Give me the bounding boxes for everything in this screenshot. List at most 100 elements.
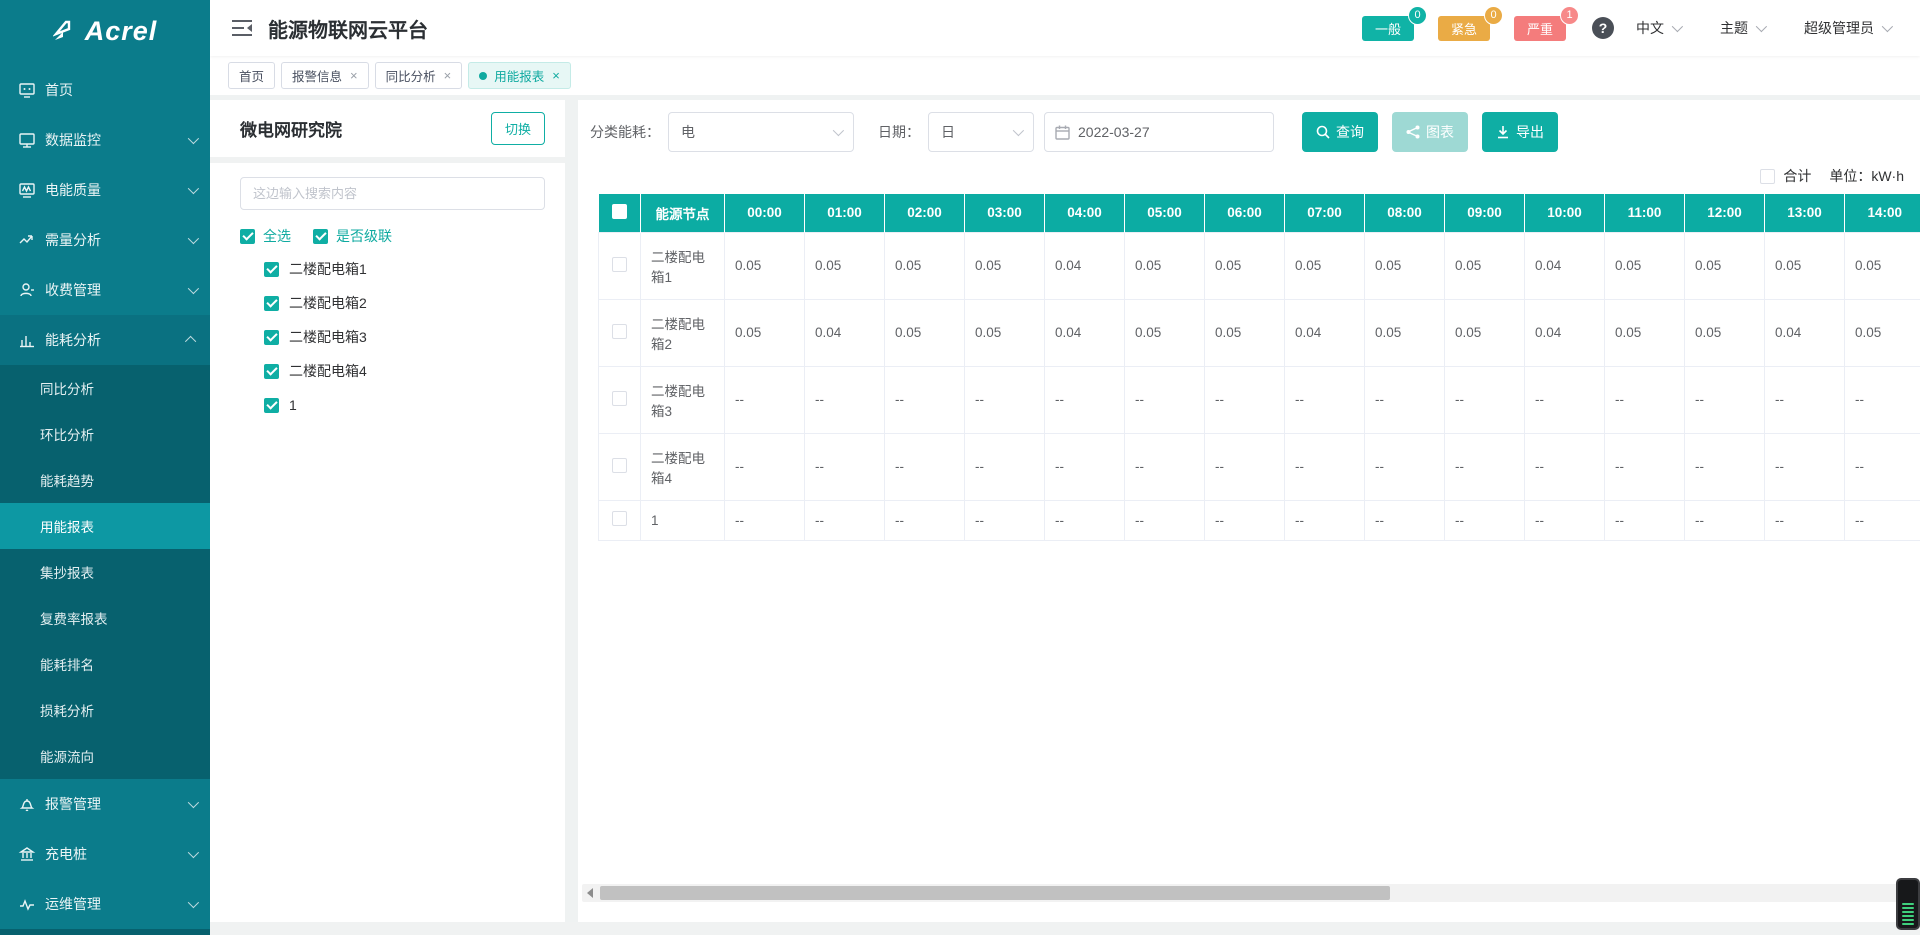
tab-首页[interactable]: 首页 — [228, 62, 275, 89]
sidebar-subitem-用能报表[interactable]: 用能报表 — [0, 503, 210, 549]
node-name-cell: 二楼配电箱4 — [641, 433, 725, 500]
tree-node-1[interactable]: 1 — [210, 388, 565, 422]
sidebar-subitem-环比分析[interactable]: 环比分析 — [0, 411, 210, 457]
collapse-menu-icon[interactable] — [230, 18, 254, 38]
tree-node-checkbox[interactable] — [264, 398, 279, 413]
select-all-label[interactable]: 全选 — [263, 226, 291, 246]
sidebar-item-数据监控[interactable]: 数据监控 — [0, 115, 210, 165]
row-checkbox[interactable] — [612, 391, 627, 406]
chart-button[interactable]: 图表 — [1392, 112, 1468, 152]
value-cell: 0.04 — [1285, 299, 1365, 366]
tab-报警信息[interactable]: 报警信息 × — [281, 62, 369, 89]
value-cell: -- — [1685, 366, 1765, 433]
total-label[interactable]: 合计 — [1783, 166, 1811, 186]
select-all-checkbox[interactable] — [240, 229, 255, 244]
table-row: 二楼配电箱4------------------------------ — [599, 433, 1920, 500]
category-select[interactable]: 电 — [668, 112, 854, 152]
value-cell: -- — [885, 366, 965, 433]
tab-label: 报警信息 — [292, 66, 342, 85]
export-button[interactable]: 导出 — [1482, 112, 1558, 152]
scroll-left-arrow-icon[interactable] — [587, 888, 593, 898]
sidebar-item-label: 首页 — [45, 80, 196, 100]
sidebar-subitem-能耗趋势[interactable]: 能耗趋势 — [0, 457, 210, 503]
column-header-time: 10:00 — [1525, 194, 1605, 232]
value-cell: 0.05 — [965, 232, 1045, 299]
table-row: 1------------------------------ — [599, 500, 1920, 540]
sidebar-item-需量分析[interactable]: 需量分析 — [0, 215, 210, 265]
export-label: 导出 — [1516, 122, 1544, 142]
tree-node-二楼配电箱3[interactable]: 二楼配电箱3 — [210, 320, 565, 354]
value-cell: -- — [1045, 500, 1125, 540]
close-icon[interactable]: × — [444, 68, 452, 83]
tree-search-input[interactable] — [240, 177, 545, 210]
node-name-cell: 二楼配电箱3 — [641, 366, 725, 433]
alarm-bell-icon — [18, 795, 36, 813]
sidebar-item-label: 充电桩 — [45, 844, 188, 864]
alarm-badge-严重[interactable]: 严重1 — [1514, 16, 1566, 41]
value-cell: -- — [1125, 433, 1205, 500]
node-name-cell: 二楼配电箱1 — [641, 232, 725, 299]
tree-node-二楼配电箱4[interactable]: 二楼配电箱4 — [210, 354, 565, 388]
sidebar-subitem-复费率报表[interactable]: 复费率报表 — [0, 595, 210, 641]
sidebar-submenu: 同比分析环比分析能耗趋势用能报表集抄报表复费率报表能耗排名损耗分析能源流向 — [0, 365, 210, 779]
tree-node-二楼配电箱2[interactable]: 二楼配电箱2 — [210, 286, 565, 320]
user-menu[interactable]: 超级管理员 — [1804, 18, 1890, 38]
row-checkbox[interactable] — [612, 324, 627, 339]
tree-node-checkbox[interactable] — [264, 296, 279, 311]
sidebar-item-label: 能耗分析 — [45, 330, 188, 350]
chevron-down-icon — [1756, 21, 1767, 32]
tree-node-checkbox[interactable] — [264, 330, 279, 345]
help-icon[interactable]: ? — [1592, 17, 1614, 39]
granularity-select[interactable]: 日 — [928, 112, 1034, 152]
tab-用能报表[interactable]: 用能报表× — [468, 62, 571, 89]
tree-node-checkbox[interactable] — [264, 364, 279, 379]
sidebar-item-运维管理[interactable]: 运维管理 — [0, 879, 210, 929]
value-cell: 0.05 — [1125, 232, 1205, 299]
row-checkbox[interactable] — [612, 257, 627, 272]
sidebar-item-电能质量[interactable]: 电能质量 — [0, 165, 210, 215]
sidebar-subitem-集抄报表[interactable]: 集抄报表 — [0, 549, 210, 595]
sidebar-item-能耗分析[interactable]: 能耗分析 — [0, 315, 210, 365]
tree-node-label: 1 — [289, 397, 297, 413]
select-all-rows-checkbox[interactable] — [612, 204, 627, 219]
close-icon[interactable]: × — [552, 68, 560, 83]
sidebar-item-报警管理[interactable]: 报警管理 — [0, 779, 210, 829]
alarm-badge-紧急[interactable]: 紧急0 — [1438, 16, 1490, 41]
row-checkbox[interactable] — [612, 458, 627, 473]
tab-同比分析[interactable]: 同比分析× — [375, 62, 463, 89]
chevron-down-icon — [188, 283, 199, 294]
device-tree-list: 二楼配电箱1二楼配电箱2二楼配电箱3二楼配电箱4 1 — [210, 252, 565, 422]
column-header-time: 14:00 — [1845, 194, 1920, 232]
sidebar-item-首页[interactable]: 首页 — [0, 65, 210, 115]
date-label: 日期： — [878, 122, 920, 142]
value-cell: -- — [1765, 500, 1845, 540]
switch-button[interactable]: 切换 — [491, 112, 545, 145]
value-cell: -- — [1125, 500, 1205, 540]
value-cell: -- — [1045, 366, 1125, 433]
tree-node-二楼配电箱1[interactable]: 二楼配电箱1 — [210, 252, 565, 286]
value-cell: -- — [1285, 366, 1365, 433]
alarm-badge-一般[interactable]: 一般0 — [1362, 16, 1414, 41]
sidebar-item-充电桩[interactable]: 充电桩 — [0, 829, 210, 879]
sidebar-subitem-能耗排名[interactable]: 能耗排名 — [0, 641, 210, 687]
column-header-time: 13:00 — [1765, 194, 1845, 232]
date-picker[interactable]: 2022-03-27 — [1044, 112, 1274, 152]
value-cell: -- — [1045, 433, 1125, 500]
tree-node-checkbox[interactable] — [264, 262, 279, 277]
cascade-checkbox[interactable] — [313, 229, 328, 244]
sidebar-subitem-同比分析[interactable]: 同比分析 — [0, 365, 210, 411]
cascade-label[interactable]: 是否级联 — [336, 226, 392, 246]
sidebar-subitem-损耗分析[interactable]: 损耗分析 — [0, 687, 210, 733]
total-checkbox[interactable] — [1760, 169, 1775, 184]
monitor-icon — [18, 131, 36, 149]
language-selector[interactable]: 中文 — [1636, 18, 1680, 38]
sidebar-footer-strip — [0, 929, 210, 935]
query-button[interactable]: 查询 — [1302, 112, 1378, 152]
close-icon[interactable]: × — [350, 68, 358, 83]
horizontal-scrollbar[interactable] — [582, 884, 1910, 902]
sidebar-item-收费管理[interactable]: 收费管理 — [0, 265, 210, 315]
theme-selector[interactable]: 主题 — [1720, 18, 1764, 38]
scrollbar-thumb[interactable] — [600, 886, 1390, 900]
row-checkbox[interactable] — [612, 511, 627, 526]
sidebar-subitem-能源流向[interactable]: 能源流向 — [0, 733, 210, 779]
